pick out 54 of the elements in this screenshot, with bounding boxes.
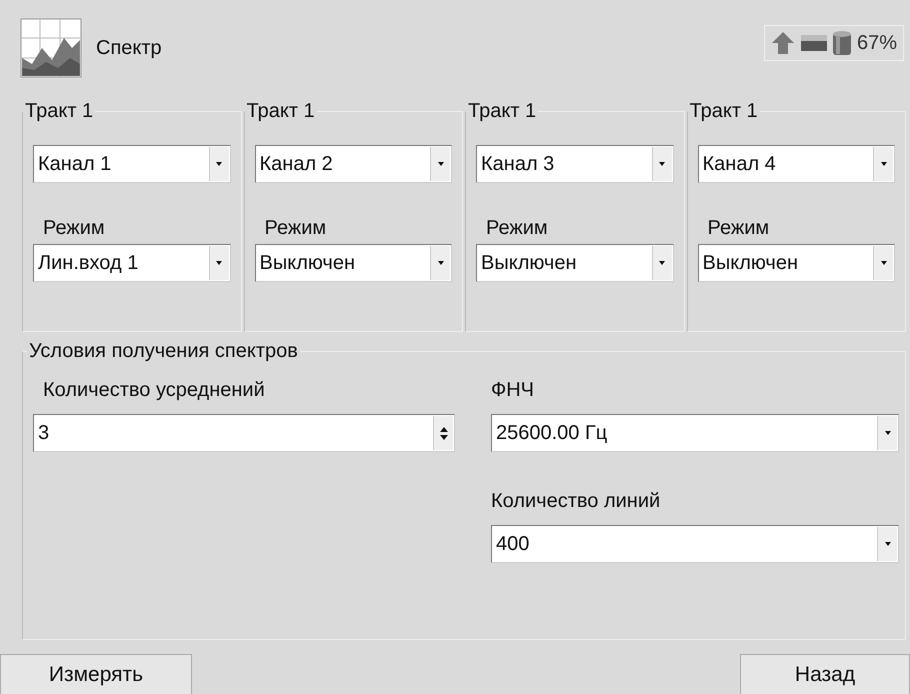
- dropdown-button[interactable]: [652, 147, 672, 181]
- group-title: Тракт 1: [688, 100, 759, 123]
- caret-icon: [880, 162, 888, 166]
- group-title: Тракт 1: [246, 100, 316, 123]
- caret-icon: [436, 162, 444, 166]
- measure-button[interactable]: Измерять: [0, 654, 192, 694]
- dropdown-button[interactable]: [877, 416, 897, 450]
- field-label: Режим: [708, 217, 770, 240]
- dropdown-button[interactable]: [873, 147, 893, 181]
- up-arrow-icon: [770, 31, 795, 55]
- caret-icon: [215, 260, 223, 266]
- field-label: Режим: [43, 217, 106, 240]
- dropdown-button[interactable]: [208, 246, 228, 280]
- channel-dropdown[interactable]: Канал 2: [254, 145, 452, 183]
- field-label: Режим: [264, 217, 328, 240]
- channel-dropdown[interactable]: Канал 4: [698, 145, 895, 183]
- dropdown-button[interactable]: [652, 246, 672, 280]
- battery-icon: [800, 35, 827, 51]
- chart-icon: [20, 18, 82, 78]
- caret-icon: [884, 430, 892, 436]
- channel-dropdown[interactable]: Канал 1: [33, 145, 230, 183]
- mode-dropdown[interactable]: Выключен: [476, 244, 674, 282]
- screen-title: Спектр: [96, 36, 163, 60]
- down-arrow-icon: [440, 434, 448, 440]
- mode-dropdown[interactable]: Лин.вход 1: [33, 244, 230, 282]
- group-title: Условия получения спектров: [28, 340, 299, 363]
- caret-icon: [436, 260, 444, 266]
- field-label: Количество усреднений: [43, 379, 266, 402]
- caret-icon: [215, 162, 223, 166]
- dropdown-button[interactable]: [208, 147, 228, 181]
- spin-buttons[interactable]: [433, 416, 453, 450]
- field-label: ФНЧ: [491, 379, 535, 402]
- caret-icon: [658, 162, 666, 166]
- lines-dropdown[interactable]: 400: [491, 525, 899, 563]
- storage-icon: [832, 30, 851, 56]
- filter-dropdown[interactable]: 25600.00 Гц: [491, 414, 899, 452]
- averages-spinbox[interactable]: 3: [33, 414, 455, 452]
- field-label: Режим: [486, 217, 549, 240]
- caret-icon: [884, 542, 892, 546]
- dropdown-button[interactable]: [877, 527, 897, 561]
- mode-dropdown[interactable]: Выключен: [254, 244, 452, 282]
- caret-icon: [658, 260, 666, 266]
- mode-dropdown[interactable]: Выключен: [698, 244, 895, 282]
- back-button[interactable]: Назад: [740, 654, 910, 694]
- field-label: Количество линий: [491, 490, 662, 513]
- caret-icon: [880, 260, 888, 266]
- group-title: Тракт 1: [24, 100, 94, 123]
- up-arrow-icon: [440, 426, 448, 432]
- battery-level: 67%: [856, 32, 897, 54]
- dropdown-button[interactable]: [430, 246, 450, 280]
- dropdown-button[interactable]: [873, 246, 893, 280]
- dropdown-button[interactable]: [430, 147, 450, 181]
- group-title: Тракт 1: [467, 100, 538, 123]
- channel-dropdown[interactable]: Канал 3: [476, 145, 674, 183]
